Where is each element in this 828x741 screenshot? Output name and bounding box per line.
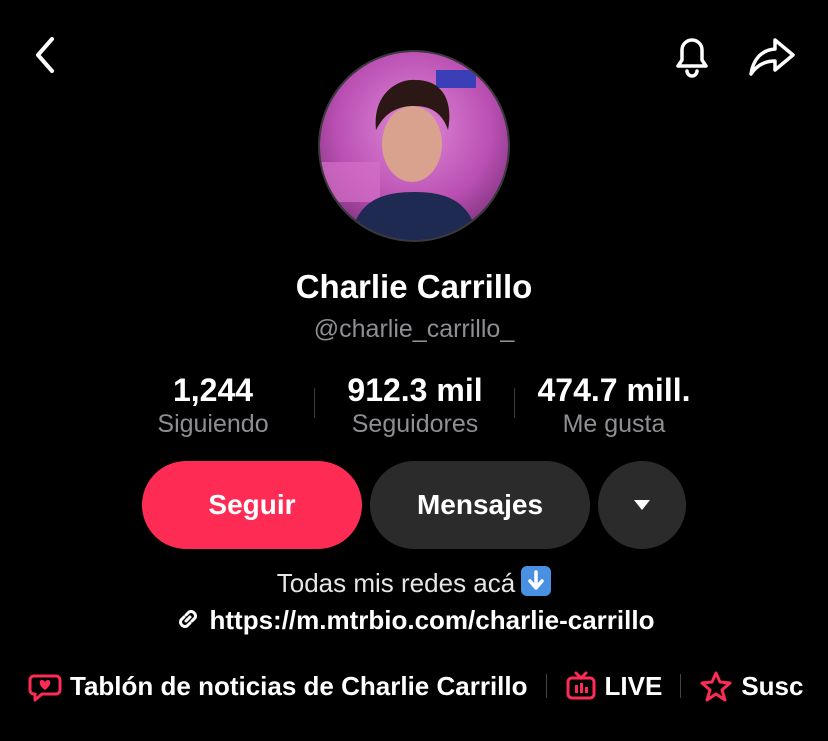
- display-name: Charlie Carrillo: [295, 268, 533, 305]
- stat-value: 912.3 mil: [347, 372, 483, 408]
- bio-link-text: https://m.mtrbio.com/charlie-carrillo: [209, 605, 655, 635]
- dropdown-icon: [634, 500, 650, 510]
- news-board-label: Tablón de noticias de Charlie Carrillo: [70, 670, 528, 701]
- live-link[interactable]: LIVE: [565, 670, 663, 702]
- divider: [545, 674, 547, 698]
- messages-button[interactable]: Mensajes: [370, 461, 590, 549]
- subscription-link[interactable]: Susc: [699, 670, 803, 702]
- avatar[interactable]: [318, 50, 510, 242]
- subscription-label: Susc: [741, 670, 804, 701]
- stat-label: Siguiendo: [157, 410, 269, 438]
- more-options-button[interactable]: [598, 461, 686, 549]
- chat-heart-icon: [28, 674, 62, 702]
- notifications-button[interactable]: [666, 30, 718, 82]
- share-button[interactable]: [744, 30, 800, 82]
- avatar-image: [320, 52, 508, 240]
- stat-label: Seguidores: [351, 410, 479, 438]
- divider: [680, 674, 682, 698]
- follow-button[interactable]: Seguir: [142, 461, 362, 549]
- share-icon: [749, 38, 795, 76]
- news-board-link[interactable]: Tablón de noticias de Charlie Carrillo: [28, 670, 528, 702]
- stat-value: 474.7 mill.: [537, 372, 691, 408]
- live-tv-icon: [566, 671, 596, 700]
- profile-tabs-row: Tablón de noticias de Charlie Carrillo L…: [28, 666, 803, 706]
- stat-label: Me gusta: [562, 410, 666, 438]
- down-arrow-emoji-icon: [521, 566, 552, 596]
- link-icon: [178, 610, 197, 628]
- live-label: LIVE: [604, 670, 663, 701]
- back-icon: [36, 37, 54, 73]
- bell-icon: [676, 38, 708, 78]
- stat-value: 1,244: [172, 372, 254, 408]
- star-icon: [700, 671, 732, 702]
- stat-divider: [514, 388, 515, 418]
- bio-text: Todas mis redes acá: [276, 568, 516, 598]
- back-button[interactable]: [22, 32, 68, 78]
- stat-likes[interactable]: 474.7 mill. Me gusta: [522, 372, 706, 439]
- bio: Todas mis redes acá: [0, 566, 828, 599]
- stat-followers[interactable]: 912.3 mil Seguidores: [326, 372, 504, 439]
- stat-divider: [314, 388, 315, 418]
- username: @charlie_carrillo_: [313, 315, 515, 343]
- bio-link[interactable]: https://m.mtrbio.com/charlie-carrillo: [0, 605, 828, 636]
- stat-following[interactable]: 1,244 Siguiendo: [136, 372, 290, 439]
